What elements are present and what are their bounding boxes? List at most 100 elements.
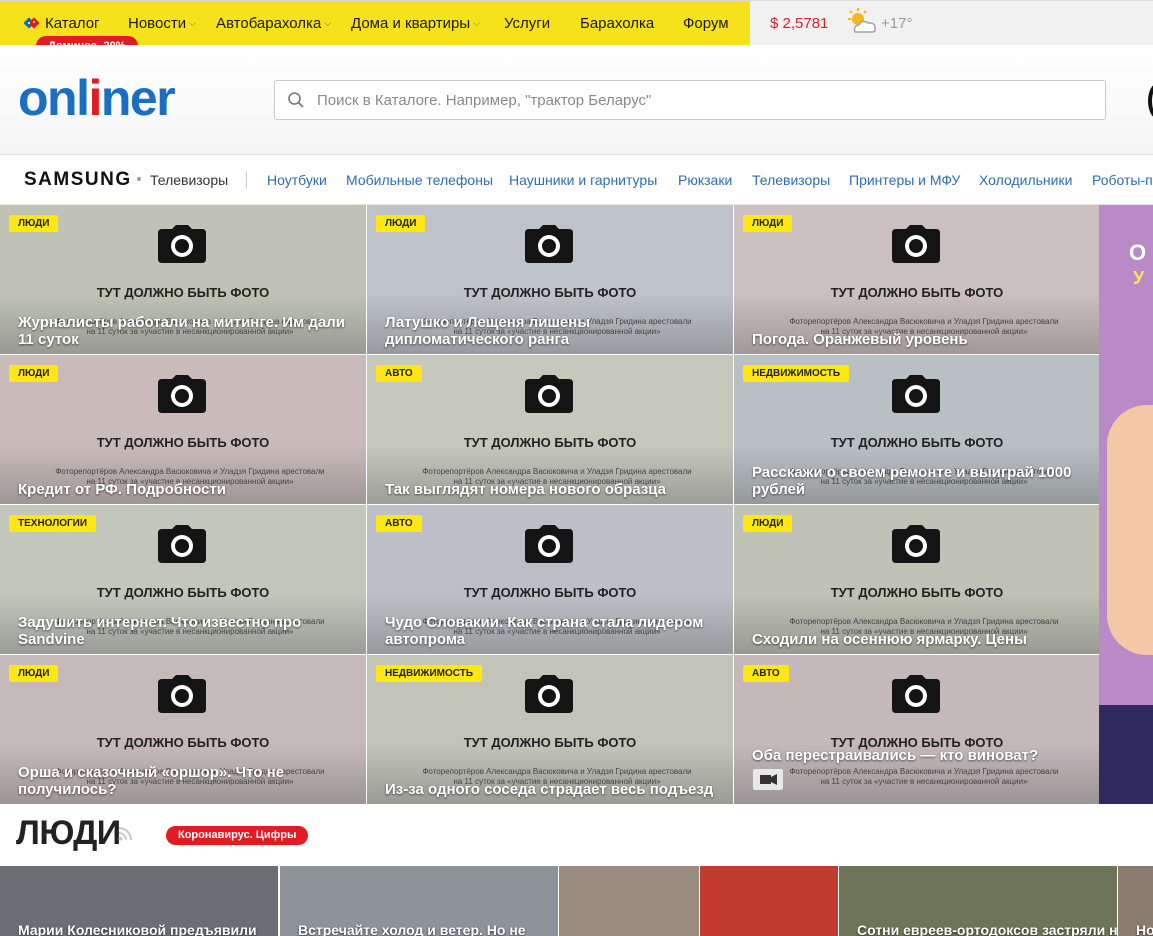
placeholder-title: ТУТ ДОЛЖНО БЫТЬ ФОТО — [463, 435, 637, 450]
news-tile[interactable]: ЛЮДИ ТУТ ДОЛЖНО БЫТЬ ФОТО Фоторепортёров А… — [0, 205, 366, 354]
ad-footer — [1099, 705, 1153, 804]
ad-text: О — [1129, 240, 1147, 265]
placeholder-title: ТУТ ДОЛЖНО БЫТЬ ФОТО — [463, 735, 637, 750]
sponsor-brand[interactable]: SAMSUNG — [24, 169, 132, 191]
chevron-down-icon: ⌵ — [473, 18, 480, 28]
camera-icon — [158, 675, 206, 713]
onliner-logo[interactable]: onliner — [18, 69, 176, 127]
advertisement-banner[interactable]: О У — [1099, 205, 1153, 804]
section-news-tile[interactable]: Встречайте холод и ветер. Но не — [280, 866, 558, 936]
site-header: onliner — [0, 45, 1153, 155]
category-link[interactable]: Наушники и гарнитуры — [509, 172, 657, 188]
category-link[interactable]: Роботы-п — [1092, 172, 1153, 188]
camera-icon — [892, 675, 940, 713]
news-tile[interactable]: АВТО ТУТ ДОЛЖНО БЫТЬ ФОТО Фоторепортёров А… — [734, 655, 1100, 804]
section-badge[interactable]: Коронавирус. Цифры — [166, 826, 309, 845]
news-headline[interactable]: Сходили на осеннюю ярмарку. Цены — [752, 631, 1082, 648]
placeholder-title: ТУТ ДОЛЖНО БЫТЬ ФОТО — [96, 435, 270, 450]
sponsor-strip: SAMSUNG Телевизоры Ноутбуки Мобильные те… — [0, 155, 1153, 205]
news-tile[interactable]: ЛЮДИ ТУТ ДОЛЖНО БЫТЬ ФОТО Фоторепортёров А… — [0, 355, 366, 504]
nav-forum[interactable]: Форум — [683, 15, 729, 32]
category-tag[interactable]: ТЕХНОЛОГИИ — [9, 515, 97, 532]
news-tile[interactable]: НЕДВИЖИМОСТЬ ТУТ ДОЛЖНО БЫТЬ ФОТО Фоторепо… — [734, 355, 1100, 504]
section-news-tile[interactable]: Марии Колесниковой предъявили — [0, 866, 278, 936]
section-news-tile[interactable]: Сотни евреев-ортодоксов застряли на — [839, 866, 1117, 936]
category-tag[interactable]: ЛЮДИ — [743, 515, 793, 532]
section-title[interactable]: ЛЮДИ — [16, 814, 121, 853]
search-box[interactable] — [274, 80, 1106, 120]
category-tag[interactable]: АВТО — [376, 515, 422, 532]
news-headline[interactable]: Марии Колесниковой предъявили — [18, 922, 257, 936]
camera-icon — [158, 525, 206, 563]
category-tag[interactable]: НЕДВИЖИМОСТЬ — [376, 665, 483, 682]
section-news-tile[interactable]: Но — [1118, 866, 1153, 936]
camera-icon — [892, 375, 940, 413]
category-tag[interactable]: ЛЮДИ — [9, 665, 59, 682]
news-tile[interactable]: АВТО ТУТ ДОЛЖНО БЫТЬ ФОТО Фоторепортёров А… — [367, 355, 733, 504]
news-headline[interactable]: Латушко и Лещеня лишены дипломатического… — [385, 314, 715, 348]
ad-image — [1107, 405, 1153, 655]
category-tag[interactable]: ЛЮДИ — [743, 215, 793, 232]
section-news-tile[interactable] — [700, 866, 838, 936]
nav-services[interactable]: Услуги — [504, 15, 550, 32]
camera-icon — [158, 375, 206, 413]
placeholder-title: ТУТ ДОЛЖНО БЫТЬ ФОТО — [830, 435, 1004, 450]
category-link[interactable]: Ноутбуки — [267, 172, 327, 188]
news-tile[interactable]: АВТО ТУТ ДОЛЖНО БЫТЬ ФОТО Фоторепортёров А… — [367, 505, 733, 654]
news-tile[interactable]: ЛЮДИ ТУТ ДОЛЖНО БЫТЬ ФОТО Фоторепортёров А… — [0, 655, 366, 804]
news-headline[interactable]: Журналисты работали на митинге. Им дали … — [18, 314, 348, 348]
category-link[interactable]: Мобильные телефоны — [346, 172, 493, 188]
user-avatar-icon[interactable] — [1148, 83, 1153, 119]
nav-real-estate[interactable]: Дома и квартиры ⌵ — [351, 15, 480, 32]
category-tag[interactable]: ЛЮДИ — [9, 365, 59, 382]
category-tag[interactable]: ЛЮДИ — [376, 215, 426, 232]
news-tile[interactable]: НЕДВИЖИМОСТЬ ТУТ ДОЛЖНО БЫТЬ ФОТО Фоторепо… — [367, 655, 733, 804]
chevron-down-icon: ⌵ — [324, 18, 332, 28]
placeholder-title: ТУТ ДОЛЖНО БЫТЬ ФОТО — [830, 285, 1004, 300]
news-headline[interactable]: Орша и сказочный «оршор». Что не получил… — [18, 764, 348, 798]
section-news-tile[interactable] — [559, 866, 699, 936]
news-headline[interactable]: Оба перестраивались — кто виноват? — [752, 747, 1082, 764]
news-headline[interactable]: Но — [1136, 922, 1153, 936]
category-tag[interactable]: АВТО — [743, 665, 789, 682]
category-link[interactable]: Принтеры и МФУ — [849, 172, 960, 188]
category-tag[interactable]: АВТО — [376, 365, 422, 382]
news-headline[interactable]: Кредит от РФ. Подробности — [18, 481, 348, 498]
currency-rate[interactable]: $ 2,5781 — [770, 15, 828, 32]
temperature[interactable]: +17° — [881, 15, 912, 32]
category-link[interactable]: Телевизоры — [752, 172, 830, 188]
camera-icon — [892, 225, 940, 263]
news-headline[interactable]: Сотни евреев-ортодоксов застряли на — [857, 922, 1117, 936]
camera-icon — [892, 525, 940, 563]
camera-icon — [525, 375, 573, 413]
news-headline[interactable]: Задушить интернет. Что известно про Sand… — [18, 614, 348, 648]
nav-news[interactable]: Новости ⌵ — [128, 15, 196, 32]
news-headline[interactable]: Из-за одного соседа страдает весь подъез… — [385, 781, 715, 798]
camera-icon — [525, 675, 573, 713]
category-link[interactable]: Рюкзаки — [678, 172, 732, 188]
news-headline[interactable]: Расскажи о своем ремонте и выиграй 1000 … — [752, 464, 1082, 498]
news-tile[interactable]: ЛЮДИ ТУТ ДОЛЖНО БЫТЬ ФОТО Фоторепортёров А… — [367, 205, 733, 354]
camera-icon — [158, 225, 206, 263]
placeholder-title: ТУТ ДОЛЖНО БЫТЬ ФОТО — [463, 585, 637, 600]
news-headline[interactable]: Чудо Словакии. Как страна стала лидером … — [385, 614, 715, 648]
news-headline[interactable]: Встречайте холод и ветер. Но не — [298, 922, 526, 936]
news-tile[interactable]: ЛЮДИ ТУТ ДОЛЖНО БЫТЬ ФОТО Фоторепортёров А… — [734, 205, 1100, 354]
camera-icon — [525, 225, 573, 263]
search-icon — [288, 92, 304, 108]
category-tag[interactable]: ЛЮДИ — [9, 215, 59, 232]
category-link[interactable]: Холодильники — [979, 172, 1072, 188]
nav-flea-market[interactable]: Барахолка — [580, 15, 654, 32]
search-input[interactable] — [317, 81, 1087, 119]
news-tile[interactable]: ТЕХНОЛОГИИ ТУТ ДОЛЖНО БЫТЬ ФОТО Фоторепорт… — [0, 505, 366, 654]
category-tag[interactable]: НЕДВИЖИМОСТЬ — [743, 365, 850, 382]
news-headline[interactable]: Так выглядят номера нового образца — [385, 481, 715, 498]
nav-catalog[interactable]: Каталог — [45, 15, 100, 32]
news-tile[interactable]: ЛЮДИ ТУТ ДОЛЖНО БЫТЬ ФОТО Фоторепортёров А… — [734, 505, 1100, 654]
news-headline[interactable]: Погода. Оранжевый уровень — [752, 331, 1082, 348]
rss-icon[interactable] — [118, 827, 132, 841]
placeholder-title: ТУТ ДОЛЖНО БЫТЬ ФОТО — [96, 285, 270, 300]
sponsor-label[interactable]: Телевизоры — [150, 172, 228, 188]
nav-auto-market[interactable]: Автобарахолка ⌵ — [216, 15, 331, 32]
news-grid: ЛЮДИ ТУТ ДОЛЖНО БЫТЬ ФОТО Фоторепортёров А… — [0, 205, 1100, 804]
